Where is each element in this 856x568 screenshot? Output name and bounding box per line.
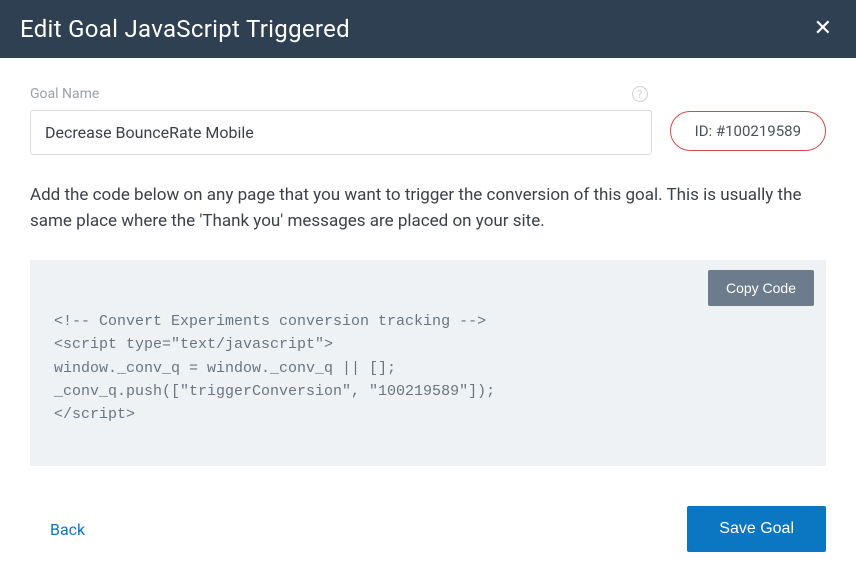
goal-name-input[interactable] xyxy=(30,110,652,155)
goal-name-group: Goal Name ? xyxy=(30,86,652,155)
save-goal-button[interactable]: Save Goal xyxy=(687,506,826,552)
goal-name-row: Goal Name ? ID: #100219589 xyxy=(30,86,826,155)
modal-title: Edit Goal JavaScript Triggered xyxy=(20,15,350,43)
code-snippet: <!-- Convert Experiments conversion trac… xyxy=(54,310,802,426)
modal-header: Edit Goal JavaScript Triggered ✕ xyxy=(0,0,856,58)
instruction-text: Add the code below on any page that you … xyxy=(30,183,826,234)
modal-footer: Back Save Goal xyxy=(0,486,856,568)
goal-name-label: Goal Name xyxy=(30,86,99,102)
help-icon[interactable]: ? xyxy=(632,86,648,102)
modal-body: Goal Name ? ID: #100219589 Add the code … xyxy=(0,58,856,486)
copy-code-button[interactable]: Copy Code xyxy=(708,270,814,306)
back-link[interactable]: Back xyxy=(50,520,85,539)
close-icon[interactable]: ✕ xyxy=(810,14,836,44)
goal-name-label-row: Goal Name ? xyxy=(30,86,652,102)
goal-id-pill: ID: #100219589 xyxy=(670,111,826,151)
code-box: Copy Code <!-- Convert Experiments conve… xyxy=(30,260,826,466)
